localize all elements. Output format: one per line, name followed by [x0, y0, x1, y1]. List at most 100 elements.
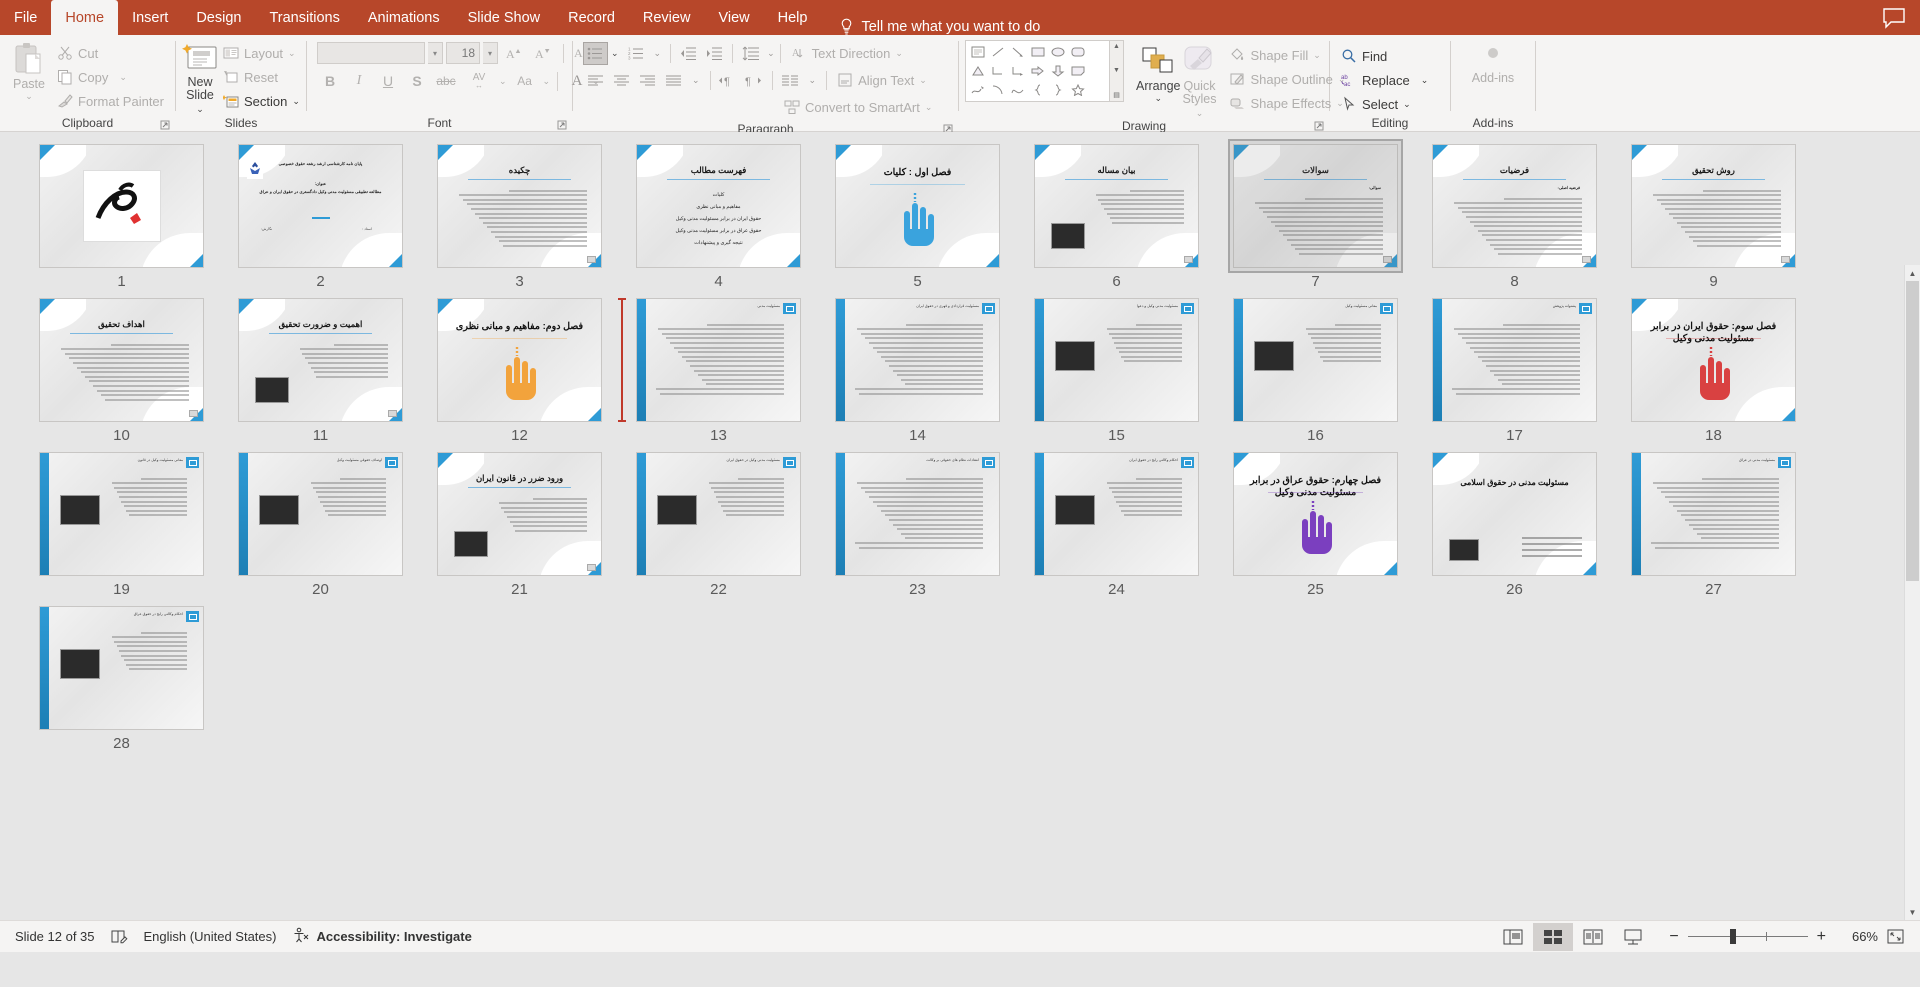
- slide-canvas[interactable]: اهداف تحقیق: [39, 298, 204, 422]
- bold-button[interactable]: B: [317, 69, 343, 93]
- slide-canvas[interactable]: معانی مسئولیت وکیل در قانون: [39, 452, 204, 576]
- format-painter-button[interactable]: Format Painter: [52, 89, 169, 113]
- change-case-chevron-down-icon[interactable]: ⌄: [543, 77, 551, 86]
- line-spacing-chevron-down-icon[interactable]: ⌄: [767, 49, 775, 58]
- shape-down-arrow[interactable]: [1048, 62, 1067, 80]
- paste-button[interactable]: Paste ⌄: [6, 38, 52, 101]
- slide-thumbnail-cell[interactable]: فصل اول : کلیات 5: [818, 144, 1017, 290]
- strikethrough-button[interactable]: abc: [433, 69, 459, 93]
- slide-thumbnail-cell[interactable]: روش تحقیق 9: [1614, 144, 1813, 290]
- scrollbar-thumb[interactable]: [1906, 281, 1919, 581]
- slide-canvas[interactable]: اهمیت و ضرورت تحقیق: [238, 298, 403, 422]
- zoom-in-button[interactable]: +: [1817, 928, 1826, 946]
- font-size-chevron-down-icon[interactable]: ▾: [483, 42, 498, 64]
- bullets-chevron-down-icon[interactable]: ⌄: [611, 48, 619, 58]
- increase-font-size-button[interactable]: A: [501, 41, 527, 65]
- layout-button[interactable]: Layout ⌄: [218, 41, 305, 65]
- align-center-button[interactable]: [609, 69, 634, 92]
- section-chevron-down-icon[interactable]: ⌄: [292, 97, 300, 106]
- normal-view-button[interactable]: [1493, 923, 1533, 951]
- clipboard-dialog-launcher[interactable]: [159, 119, 171, 131]
- slide-thumbnail[interactable]: مسئولیت مدنی: [636, 298, 801, 422]
- slide-canvas[interactable]: [39, 144, 204, 268]
- slide-thumbnail[interactable]: [39, 144, 204, 268]
- slide-thumbnail-cell[interactable]: سوالات سوالی: 7: [1216, 139, 1415, 290]
- paste-chevron-down-icon[interactable]: ⌄: [25, 92, 33, 101]
- slide-canvas[interactable]: احکام وکالتی رایج در حقوق عراق: [39, 606, 204, 730]
- slide-counter[interactable]: Slide 12 of 35: [15, 929, 95, 944]
- slide-canvas[interactable]: بیان مساله: [1034, 144, 1199, 268]
- zoom-out-button[interactable]: −: [1669, 928, 1678, 946]
- numbering-chevron-down-icon[interactable]: ⌄: [654, 48, 662, 58]
- change-case-button[interactable]: Aa: [510, 69, 540, 93]
- shape-rectangle[interactable]: [1028, 43, 1047, 61]
- shape-triangle[interactable]: [968, 62, 987, 80]
- shape-right-brace[interactable]: [1048, 81, 1067, 99]
- arrange-chevron-down-icon[interactable]: ⌄: [1154, 94, 1162, 103]
- line-spacing-button[interactable]: [738, 42, 763, 65]
- shape-arc[interactable]: [988, 81, 1007, 99]
- slide-canvas[interactable]: ورود ضرر در قانون ایران: [437, 452, 602, 576]
- comment-icon[interactable]: [1882, 7, 1906, 29]
- shapes-gallery[interactable]: [965, 40, 1110, 102]
- shape-freeform[interactable]: [968, 81, 987, 99]
- shape-line[interactable]: [988, 43, 1007, 61]
- shape-more-row1[interactable]: [1088, 43, 1107, 61]
- select-button[interactable]: Select ⌄: [1336, 92, 1433, 116]
- slide-thumbnail-cell[interactable]: مسئولیت قراردادی و قهری در حقوق ایران 14: [818, 298, 1017, 444]
- arrange-button[interactable]: Arrange ⌄: [1136, 40, 1180, 103]
- layout-chevron-down-icon[interactable]: ⌄: [288, 49, 296, 58]
- align-left-button[interactable]: [583, 69, 608, 92]
- slide-thumbnail[interactable]: مسئولیت مدنی وکیل و دعوا: [1034, 298, 1199, 422]
- align-right-button[interactable]: [635, 69, 660, 92]
- text-direction-chevron-down-icon[interactable]: ⌄: [895, 49, 903, 58]
- font-name-chevron-down-icon[interactable]: ▾: [428, 42, 443, 64]
- slide-canvas[interactable]: پشتوانه پژوهش: [1432, 298, 1597, 422]
- shape-more-row3[interactable]: [1088, 81, 1107, 99]
- accessibility-status[interactable]: Accessibility: Investigate: [292, 927, 472, 946]
- slide-canvas[interactable]: فهرست مطالب کلیات مفاهیم و مبانی نظری حقوق …: [636, 144, 801, 268]
- slide-thumbnail[interactable]: مسئولیت مدنی در عراق: [1631, 452, 1796, 576]
- section-button[interactable]: Section ⌄: [218, 89, 305, 113]
- slide-canvas[interactable]: احکام وکالتی رایج در حقوق ایران: [1034, 452, 1199, 576]
- slide-thumbnail-cell[interactable]: اوصاف حقوقی مسئولیت وکیل 20: [221, 452, 420, 598]
- tab-transitions[interactable]: Transitions: [255, 0, 353, 35]
- replace-button[interactable]: ab ac Replace ⌄: [1336, 68, 1433, 92]
- slide-thumbnail-cell[interactable]: فرضیات فرضیه اصلی: 8: [1415, 144, 1614, 290]
- tab-file[interactable]: File: [0, 0, 51, 35]
- notes-icon[interactable]: [111, 929, 128, 944]
- slide-thumbnail[interactable]: فصل چهارم: حقوق عراق در برابر مسئولیت مد…: [1233, 452, 1398, 576]
- tab-insert[interactable]: Insert: [118, 0, 182, 35]
- character-spacing-button[interactable]: AV ↔: [462, 69, 496, 93]
- shape-rounded-rectangle[interactable]: [1068, 43, 1087, 61]
- slide-thumbnail-cell[interactable]: معانی مسئولیت وکیل در قانون 19: [22, 452, 221, 598]
- quick-styles-chevron-down-icon[interactable]: ⌄: [1196, 108, 1204, 118]
- slide-thumbnail-cell[interactable]: پشتوانه پژوهش 17: [1415, 298, 1614, 444]
- rtl-direction-button[interactable]: ¶: [742, 69, 767, 92]
- tab-home[interactable]: Home: [51, 0, 119, 35]
- convert-to-smartart-button[interactable]: Convert to SmartArt ⌄: [779, 95, 937, 119]
- slide-thumbnail[interactable]: احکام وکالتی رایج در حقوق ایران: [1034, 452, 1199, 576]
- slide-thumbnail[interactable]: ورود ضرر در قانون ایران: [437, 452, 602, 576]
- slide-thumbnail-cell[interactable]: چکیده 3: [420, 144, 619, 290]
- decrease-indent-button[interactable]: [676, 42, 701, 65]
- tell-me-search[interactable]: Tell me what you want to do: [839, 18, 1040, 35]
- language-indicator[interactable]: English (United States): [144, 929, 277, 944]
- font-size-input[interactable]: 18: [446, 42, 480, 64]
- slide-thumbnail[interactable]: فصل اول : کلیات: [835, 144, 1000, 268]
- shape-elbow-arrow[interactable]: [1008, 62, 1027, 80]
- slide-thumbnail[interactable]: اوصاف حقوقی مسئولیت وکیل: [238, 452, 403, 576]
- tab-slide-show[interactable]: Slide Show: [454, 0, 555, 35]
- slide-thumbnail-cell[interactable]: فهرست مطالب کلیات مفاهیم و مبانی نظری حقوق …: [619, 144, 818, 290]
- text-shadow-button[interactable]: S: [404, 69, 430, 93]
- numbering-button[interactable]: 123: [624, 42, 649, 65]
- slide-thumbnail[interactable]: فرضیات فرضیه اصلی:: [1432, 144, 1597, 268]
- tab-record[interactable]: Record: [554, 0, 629, 35]
- slide-canvas[interactable]: چکیده: [437, 144, 602, 268]
- columns-chevron-down-icon[interactable]: ⌄: [809, 75, 817, 85]
- shape-curve[interactable]: [1008, 81, 1027, 99]
- slide-thumbnail-cell[interactable]: مسئولیت مدنی وکیل و دعوا 15: [1017, 298, 1216, 444]
- copy-button[interactable]: Copy ⌄: [52, 65, 169, 89]
- cut-button[interactable]: Cut: [52, 41, 169, 65]
- reading-view-button[interactable]: [1573, 923, 1613, 951]
